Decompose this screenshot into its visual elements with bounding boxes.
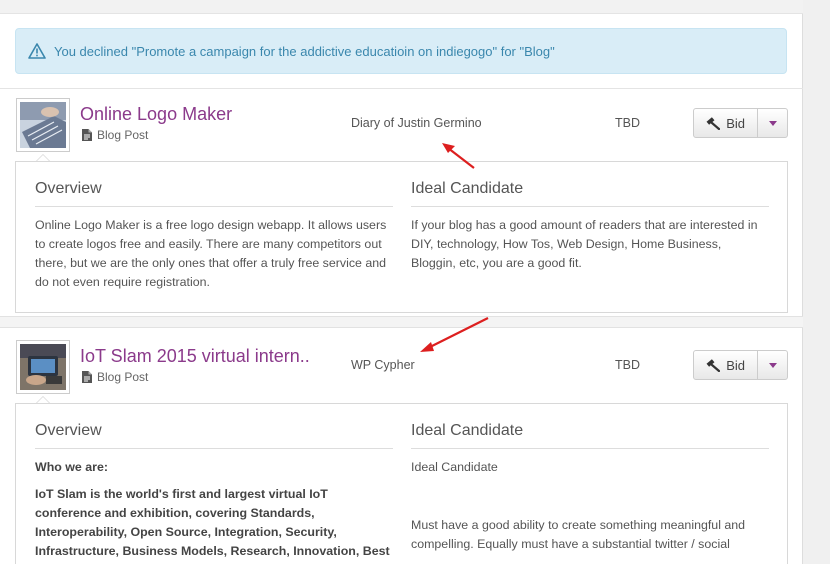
gavel-icon [706,117,721,130]
blog-name: WP Cypher [351,358,415,372]
iot-device-image [20,344,66,390]
bid-button[interactable]: Bid [694,351,759,379]
caret-down-icon [768,120,777,126]
listing-details: Overview Online Logo Maker is a free log… [15,161,788,313]
ideal-candidate-text: Must have a good ability to create somet… [411,518,746,551]
bid-status: TBD [615,116,640,130]
bid-button-group: Bid [693,108,788,138]
bid-button[interactable]: Bid [694,109,759,137]
listing-thumbnail[interactable] [16,340,70,394]
overview-column: Overview Online Logo Maker is a free log… [35,180,393,292]
listing-details: Overview Who we are: IoT Slam is the wor… [15,403,788,564]
bid-dropdown-toggle[interactable] [758,351,787,379]
ideal-candidate-column: Ideal Candidate Ideal Candidate Must hav… [411,422,769,554]
warning-icon [28,43,46,59]
ideal-candidate-heading: Ideal Candidate [411,180,769,207]
listing-separator [0,316,803,328]
decline-alert: You declined "Promote a campaign for the… [15,28,787,74]
top-strip [0,0,803,14]
listing-type-label: Blog Post [97,370,149,384]
listing-title[interactable]: Online Logo Maker [80,104,232,125]
listing-thumbnail[interactable] [16,98,70,152]
alert-text: You declined "Promote a campaign for the… [54,43,555,59]
overview-heading: Overview [35,422,393,449]
overview-text: IoT Slam is the world's first and larges… [35,487,390,564]
bid-button-label: Bid [726,357,746,373]
listing-card: Online Logo Maker Blog Post Diary of Jus… [0,88,803,320]
listing-type: Blog Post [82,128,148,142]
ideal-candidate-column: Ideal Candidate If your blog has a good … [411,180,769,273]
gavel-icon [706,359,721,372]
caret-down-icon [768,362,777,368]
overview-text: Online Logo Maker is a free logo design … [35,218,387,289]
ideal-candidate-heading: Ideal Candidate [411,422,769,449]
ideal-candidate-text: If your blog has a good amount of reader… [411,218,758,270]
blog-name: Diary of Justin Germino [351,116,482,130]
main-panel: You declined "Promote a campaign for the… [0,0,803,564]
document-icon [82,371,92,383]
ideal-candidate-subheading: Ideal Candidate [411,460,498,474]
overview-column: Overview Who we are: IoT Slam is the wor… [35,422,393,564]
bid-button-group: Bid [693,350,788,380]
document-icon [82,129,92,141]
bid-dropdown-toggle[interactable] [758,109,787,137]
bid-button-label: Bid [726,115,746,131]
listing-title[interactable]: IoT Slam 2015 virtual intern.. [80,346,310,367]
listing-type: Blog Post [82,370,148,384]
listing-type-label: Blog Post [97,128,149,142]
listing-card: IoT Slam 2015 virtual intern.. Blog Post… [0,330,803,564]
bid-status: TBD [615,358,640,372]
overview-heading: Overview [35,180,393,207]
overview-who-heading: Who we are: [35,460,108,474]
laptop-keyboard-image [20,102,66,148]
